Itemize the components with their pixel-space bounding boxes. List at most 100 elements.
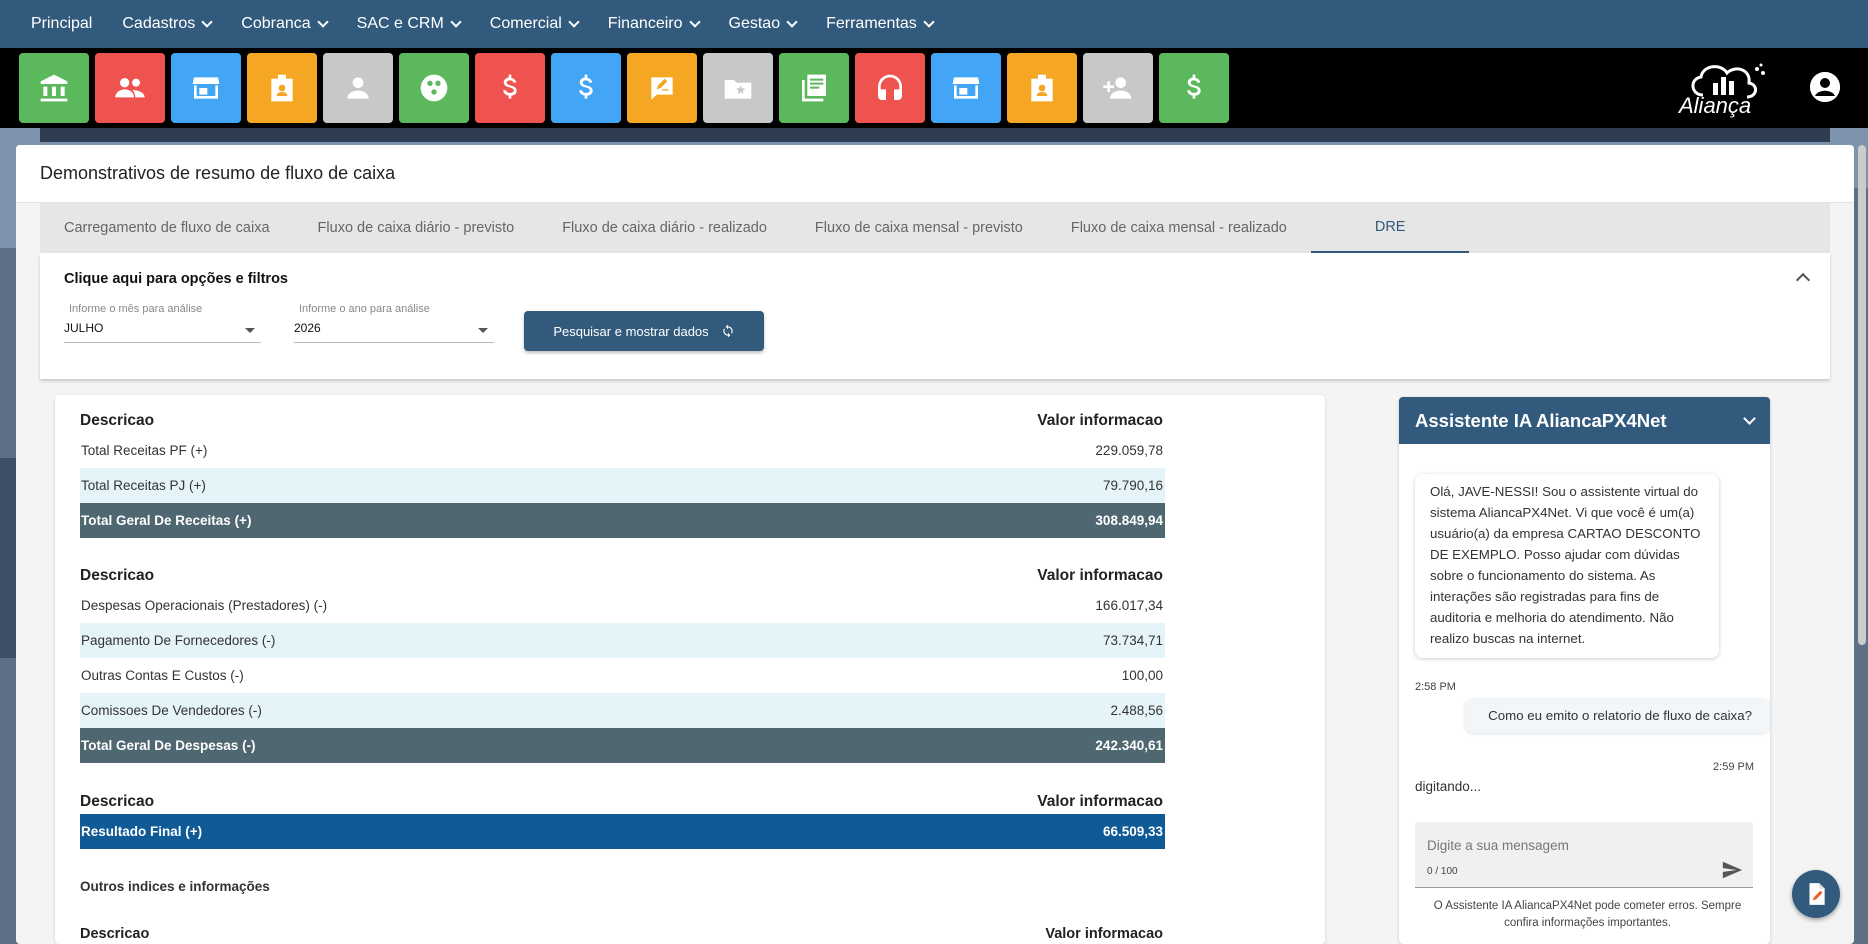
- tab-6[interactable]: DRE: [1310, 203, 1470, 253]
- row-desc: Despesas Operacionais (Prestadores) (-): [81, 598, 328, 613]
- page-scrollbar[interactable]: [1858, 145, 1866, 645]
- month-select[interactable]: Informe o mês para análise JULHO: [64, 303, 261, 343]
- nav-item-ferramentas[interactable]: Ferramentas: [815, 15, 944, 33]
- quick-tile-10[interactable]: [703, 53, 773, 123]
- document-edit-icon: [1809, 883, 1825, 905]
- person-add-icon: [1103, 77, 1132, 99]
- card-header: Demonstrativos de resumo de fluxo de cai…: [16, 145, 1854, 203]
- nav-item-comercial[interactable]: Comercial: [479, 15, 589, 33]
- quick-tile-6[interactable]: [399, 53, 469, 123]
- nav-item-cobranca[interactable]: Cobranca: [230, 15, 337, 33]
- quick-tile-3[interactable]: [171, 53, 241, 123]
- quick-access-tiles: [19, 53, 1229, 123]
- badge-icon: [1031, 74, 1053, 102]
- dropdown-arrow-icon: [478, 328, 488, 333]
- quick-tile-2[interactable]: [95, 53, 165, 123]
- row-desc: Total Geral De Receitas (+): [81, 513, 252, 528]
- store-icon: [192, 77, 220, 99]
- nav-item-gestao[interactable]: Gestao: [718, 15, 808, 33]
- chat-title: Assistente IA AliancaPX4Net: [1415, 409, 1667, 431]
- row-desc: Total Receitas PJ (+): [81, 478, 206, 493]
- nav-item-label: Principal: [31, 15, 93, 32]
- circles-icon: [420, 74, 448, 102]
- quick-tile-12[interactable]: [855, 53, 925, 123]
- table-row: Despesas Operacionais (Prestadores) (-) 1…: [80, 588, 1165, 623]
- user-message: Como eu emito o relatorio de fluxo de ca…: [1465, 698, 1770, 733]
- nav-item-sac-e-crm[interactable]: SAC e CRM: [346, 15, 471, 33]
- account-icon[interactable]: [1810, 72, 1840, 102]
- quick-tile-9[interactable]: [627, 53, 697, 123]
- send-icon[interactable]: [1721, 859, 1743, 881]
- tab-5[interactable]: Fluxo de caixa mensal - realizado: [1047, 203, 1311, 253]
- quick-tile-13[interactable]: [931, 53, 1001, 123]
- year-select-value: 2026: [294, 321, 321, 335]
- dollar-icon: [503, 74, 517, 99]
- column-valor: Valor informacao: [1037, 793, 1163, 810]
- filters-panel: Clique aqui para opções e filtros Inform…: [40, 253, 1830, 379]
- nav-item-principal[interactable]: Principal: [20, 15, 103, 33]
- filters-toggle[interactable]: Clique aqui para opções e filtros: [64, 271, 288, 287]
- tab-3[interactable]: Fluxo de caixa diário - realizado: [538, 203, 791, 253]
- library-books-icon: [802, 74, 826, 102]
- dropdown-arrow-icon: [245, 328, 255, 333]
- dre-report: Descricao Valor informacao Total Receita…: [55, 395, 1325, 944]
- quick-tile-16[interactable]: [1159, 53, 1229, 123]
- column-descricao: Descricao: [80, 412, 155, 429]
- bot-message: Olá, JAVE-NESSI! Sou o assistente virtua…: [1415, 474, 1719, 658]
- row-desc: Total Receitas PF (+): [81, 443, 208, 458]
- row-desc: Resultado Final (+): [81, 824, 203, 839]
- refresh-icon: [723, 324, 733, 338]
- year-select[interactable]: Informe o ano para análise 2026: [294, 303, 494, 343]
- quick-tile-8[interactable]: [551, 53, 621, 123]
- notes-fab-button[interactable]: [1792, 870, 1840, 918]
- quick-tile-11[interactable]: [779, 53, 849, 123]
- outros-indices-title: Outros indices e informações: [80, 879, 270, 894]
- row-desc: Outras Contas E Custos (-): [81, 668, 244, 683]
- table-header: Descricao Valor informacao: [80, 404, 1165, 433]
- folder-star-icon: [724, 80, 752, 99]
- quick-tile-1[interactable]: [19, 53, 89, 123]
- dollar-icon: [579, 74, 593, 99]
- tab-1[interactable]: Carregamento de fluxo de caixa: [40, 203, 294, 253]
- row-desc: Pagamento De Fornecedores (-): [81, 633, 276, 648]
- chat-message-input[interactable]: Digite a sua mensagem 0 / 100: [1415, 822, 1753, 888]
- table-header: Descricao Valor informacao: [80, 785, 1165, 814]
- table-row-total-despesas: Total Geral De Despesas (-) 242.340,61: [80, 728, 1165, 763]
- edit-note-icon: [651, 77, 673, 100]
- quick-tile-14[interactable]: [1007, 53, 1077, 123]
- dollar-icon: [1187, 74, 1201, 99]
- main-card: Demonstrativos de resumo de fluxo de cai…: [16, 145, 1854, 944]
- quick-tile-7[interactable]: [475, 53, 545, 123]
- column-descricao: Descricao: [80, 926, 150, 942]
- quick-tile-5[interactable]: [323, 53, 393, 123]
- chevron-down-icon[interactable]: [1743, 411, 1756, 425]
- nav-item-cadastros[interactable]: Cadastros: [111, 15, 222, 33]
- row-value: 79.790,16: [1102, 478, 1163, 493]
- top-navigation: Principal Cadastros Cobranca SAC e CRM Comer…: [0, 0, 1868, 48]
- tab-2[interactable]: Fluxo de caixa diário - previsto: [294, 203, 539, 253]
- chevron-down-icon: [786, 16, 798, 28]
- nav-item-label: Ferramentas: [826, 15, 917, 32]
- quick-tile-15[interactable]: [1083, 53, 1153, 123]
- column-valor: Valor informacao: [1045, 926, 1163, 942]
- row-value: 242.340,61: [1095, 738, 1163, 753]
- table-header: Descricao Valor informacao: [80, 559, 1165, 588]
- nav-item-financeiro[interactable]: Financeiro: [597, 15, 710, 33]
- nav-item-label: Comercial: [489, 15, 562, 32]
- chat-header[interactable]: Assistente IA AliancaPX4Net: [1399, 397, 1770, 444]
- table-row: Total Receitas PJ (+) 79.790,16: [80, 468, 1165, 503]
- row-desc: Comissoes De Vendedores (-): [81, 703, 262, 718]
- month-select-label: Informe o mês para análise: [69, 303, 203, 315]
- headset-icon: [878, 74, 902, 100]
- tab-4[interactable]: Fluxo de caixa mensal - previsto: [791, 203, 1047, 253]
- nav-item-label: SAC e CRM: [356, 15, 444, 32]
- column-descricao: Descricao: [80, 793, 155, 810]
- table-row: Outras Contas E Custos (-) 100,00: [80, 658, 1165, 693]
- quick-tile-4[interactable]: [247, 53, 317, 123]
- nav-item-label: Gestao: [728, 15, 781, 32]
- row-value: 229.059,78: [1095, 443, 1163, 458]
- search-button[interactable]: Pesquisar e mostrar dados: [524, 311, 764, 351]
- chevron-up-icon[interactable]: [1795, 272, 1811, 288]
- search-button-label: Pesquisar e mostrar dados: [553, 323, 709, 339]
- despesas-table: Descricao Valor informacao Despesas Oper…: [80, 559, 1165, 763]
